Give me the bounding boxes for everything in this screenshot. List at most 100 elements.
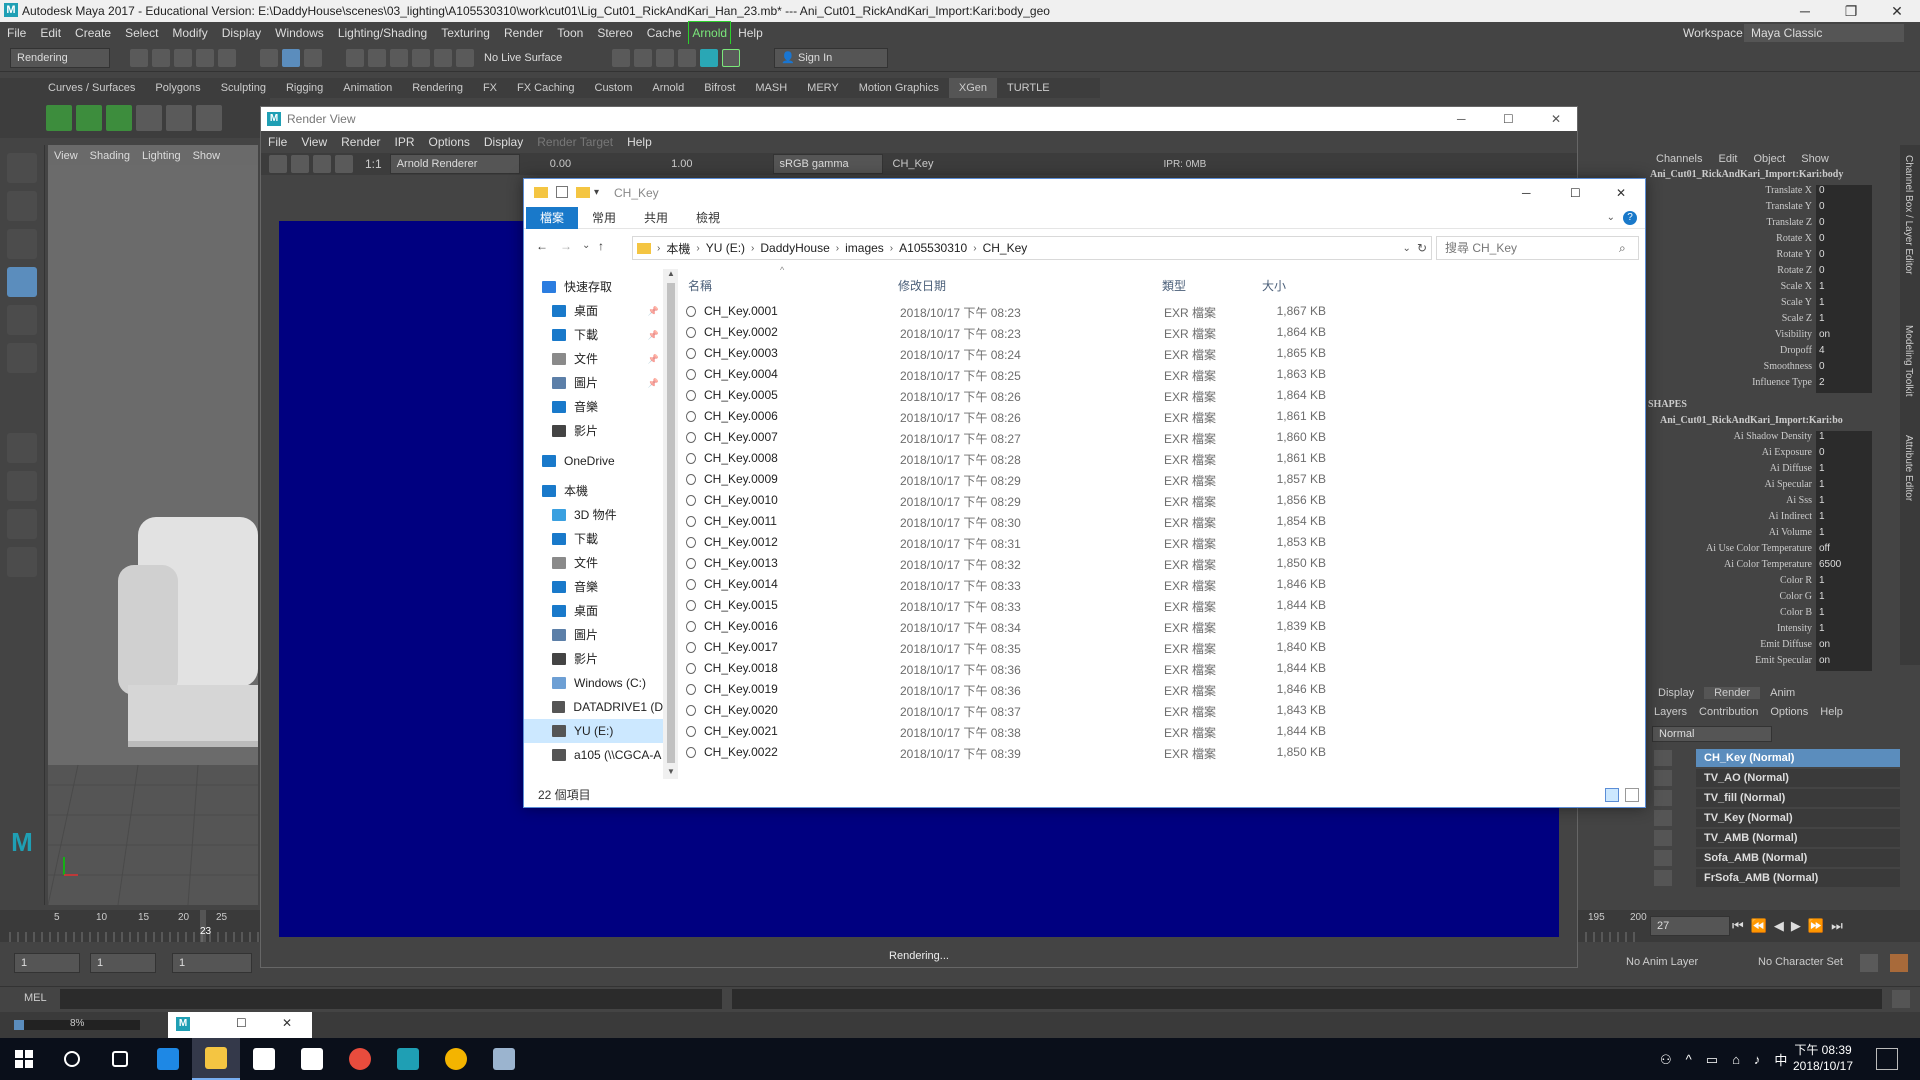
menu-select[interactable]: Select bbox=[118, 22, 165, 44]
viewport-menu-shading[interactable]: Shading bbox=[84, 150, 136, 162]
refresh-icon[interactable]: ↻ bbox=[1417, 241, 1427, 255]
channel-row[interactable]: Scale Z 1 bbox=[1648, 313, 1900, 329]
close-icon[interactable]: ✕ bbox=[1616, 179, 1626, 207]
channel-row[interactable]: Ai Color Temperature 6500 bbox=[1648, 559, 1900, 575]
channel-value[interactable]: 1 bbox=[1816, 479, 1872, 495]
go-to-start-icon[interactable]: ⏮ bbox=[1732, 918, 1751, 934]
shelf-tab-fx[interactable]: FX bbox=[473, 78, 507, 98]
rv-menu-view[interactable]: View bbox=[294, 131, 334, 153]
channel-value[interactable]: 4 bbox=[1816, 345, 1872, 361]
move-tool-icon[interactable] bbox=[7, 267, 37, 297]
channel-row[interactable]: Rotate Z 0 bbox=[1648, 265, 1900, 281]
channel-value[interactable]: 1 bbox=[1816, 591, 1872, 607]
rv-menu-ipr[interactable]: IPR bbox=[388, 131, 422, 153]
go-to-end-icon[interactable]: ⏭ bbox=[1831, 918, 1850, 934]
gamma-field[interactable]: 1.00 bbox=[671, 158, 692, 170]
channel-menu-edit[interactable]: Edit bbox=[1710, 153, 1745, 165]
channel-value[interactable]: 0 bbox=[1816, 233, 1872, 249]
taskbar-app[interactable] bbox=[480, 1038, 528, 1080]
ribbon-tab-view[interactable]: 檢視 bbox=[682, 207, 734, 229]
search-icon[interactable]: ⌕ bbox=[1619, 237, 1626, 259]
viewport[interactable] bbox=[48, 145, 258, 905]
layer-tab-display[interactable]: Display bbox=[1648, 687, 1704, 699]
ratio-label[interactable]: 1:1 bbox=[365, 157, 382, 171]
menu-toon[interactable]: Toon bbox=[550, 22, 590, 44]
new-folder-icon[interactable] bbox=[576, 187, 590, 198]
side-tab-modeling-toolkit[interactable]: Modeling Toolkit bbox=[1903, 325, 1914, 415]
playback-start-field[interactable]: 1 bbox=[90, 953, 156, 973]
file-row[interactable]: CH_Key.0009 2018/10/17 下午 08:29 EXR 檔案 1,85… bbox=[684, 469, 1634, 490]
channel-value[interactable]: 1 bbox=[1816, 313, 1872, 329]
nav-item[interactable]: 影片 bbox=[524, 647, 663, 671]
renderable-toggle-icon[interactable] bbox=[1654, 830, 1672, 846]
channel-row[interactable]: Ai Exposure 0 bbox=[1648, 447, 1900, 463]
details-view-icon[interactable] bbox=[1605, 788, 1619, 802]
menu-create[interactable]: Create bbox=[68, 22, 118, 44]
shelf-tab-bifrost[interactable]: Bifrost bbox=[694, 78, 745, 98]
channel-row[interactable]: Scale Y 1 bbox=[1648, 297, 1900, 313]
renderable-toggle-icon[interactable] bbox=[1654, 850, 1672, 866]
snap-grid-icon[interactable] bbox=[346, 48, 364, 67]
minimize-icon[interactable]: ─ bbox=[1522, 179, 1531, 207]
mel-label[interactable]: MEL bbox=[24, 992, 47, 1004]
snap-point-icon[interactable] bbox=[390, 48, 408, 67]
minimize-icon[interactable]: ─ bbox=[1782, 0, 1828, 22]
channel-row[interactable]: Ai Sss 1 bbox=[1648, 495, 1900, 511]
column-name[interactable]: 名稱 bbox=[688, 277, 712, 294]
clock[interactable]: 下午 08:39 2018/10/17 bbox=[1788, 1042, 1858, 1074]
start-frame-field[interactable]: 1 bbox=[14, 953, 80, 973]
rv-menu-display[interactable]: Display bbox=[477, 131, 530, 153]
render-view-icon[interactable] bbox=[722, 48, 741, 67]
taskbar-app[interactable] bbox=[144, 1038, 192, 1080]
shelf-tab-custom[interactable]: Custom bbox=[585, 78, 643, 98]
channel-value[interactable]: 0 bbox=[1816, 201, 1872, 217]
renderer-dropdown[interactable]: Arnold Renderer bbox=[389, 154, 520, 174]
help-icon[interactable]: ? bbox=[1623, 210, 1637, 225]
channel-row[interactable]: Ai Shadow Density 1 bbox=[1648, 431, 1900, 447]
channel-row[interactable]: Emit Specular on bbox=[1648, 655, 1900, 671]
viewport-menu-lighting[interactable]: Lighting bbox=[136, 150, 187, 162]
properties-icon[interactable] bbox=[556, 186, 568, 198]
taskbar-app[interactable] bbox=[384, 1038, 432, 1080]
search-input[interactable]: 搜尋 CH_Key ⌕ bbox=[1436, 236, 1639, 260]
close-icon[interactable]: ✕ bbox=[282, 1016, 292, 1030]
channel-value[interactable]: 1 bbox=[1816, 297, 1872, 313]
nav-item[interactable]: 下載 📌 bbox=[524, 323, 663, 347]
scale-tool-icon[interactable] bbox=[7, 343, 37, 373]
rv-menu-options[interactable]: Options bbox=[422, 131, 477, 153]
nav-item[interactable]: OneDrive bbox=[524, 449, 663, 473]
render-view-taskbar-thumb[interactable]: M ☐ ✕ bbox=[168, 1012, 312, 1038]
expand-ribbon-icon[interactable]: ⌄ bbox=[1607, 212, 1615, 223]
taskbar-app[interactable] bbox=[240, 1038, 288, 1080]
channel-value[interactable]: off bbox=[1816, 543, 1872, 559]
menu-texturing[interactable]: Texturing bbox=[434, 22, 497, 44]
layer-menu-contribution[interactable]: Contribution bbox=[1693, 706, 1764, 718]
file-row[interactable]: CH_Key.0017 2018/10/17 下午 08:35 EXR 檔案 1,84… bbox=[684, 637, 1634, 658]
file-row[interactable]: CH_Key.0006 2018/10/17 下午 08:26 EXR 檔案 1,86… bbox=[684, 406, 1634, 427]
recent-locations-icon[interactable]: ⌄ bbox=[582, 240, 590, 251]
file-row[interactable]: CH_Key.0013 2018/10/17 下午 08:32 EXR 檔案 1,85… bbox=[684, 553, 1634, 574]
ribbon-tab-home[interactable]: 常用 bbox=[578, 207, 630, 229]
auto-key-icon[interactable] bbox=[1860, 954, 1878, 972]
column-modified[interactable]: 修改日期 bbox=[898, 277, 946, 294]
file-row[interactable]: CH_Key.0020 2018/10/17 下午 08:37 EXR 檔案 1,84… bbox=[684, 700, 1634, 721]
file-row[interactable]: CH_Key.0012 2018/10/17 下午 08:31 EXR 檔案 1,85… bbox=[684, 532, 1634, 553]
file-row[interactable]: CH_Key.0022 2018/10/17 下午 08:39 EXR 檔案 1,85… bbox=[684, 742, 1634, 763]
script-editor-icon[interactable] bbox=[1892, 990, 1910, 1008]
channel-object-name[interactable]: Ani_Cut01_RickAndKari_Import:Kari:body bbox=[1648, 169, 1900, 185]
channel-row[interactable]: Rotate X 0 bbox=[1648, 233, 1900, 249]
breadcrumb-this-pc[interactable]: 本機 bbox=[660, 240, 696, 257]
menu-file[interactable]: File bbox=[0, 22, 33, 44]
side-tab-channel-box[interactable]: Channel Box / Layer Editor bbox=[1903, 155, 1914, 305]
volume-icon[interactable]: ♪ bbox=[1754, 1052, 1761, 1067]
start-button[interactable] bbox=[0, 1038, 48, 1080]
shelf-tab-sculpting[interactable]: Sculpting bbox=[211, 78, 276, 98]
renderable-toggle-icon[interactable] bbox=[1654, 770, 1672, 786]
blend-mode-dropdown[interactable]: Normal bbox=[1652, 726, 1772, 742]
file-row[interactable]: CH_Key.0016 2018/10/17 下午 08:34 EXR 檔案 1,83… bbox=[684, 616, 1634, 637]
shelf-tab-mery[interactable]: MERY bbox=[797, 78, 849, 98]
nav-item[interactable]: Windows (C:) bbox=[524, 671, 663, 695]
file-row[interactable]: CH_Key.0021 2018/10/17 下午 08:38 EXR 檔案 1,84… bbox=[684, 721, 1634, 742]
file-row[interactable]: CH_Key.0015 2018/10/17 下午 08:33 EXR 檔案 1,84… bbox=[684, 595, 1634, 616]
channel-row[interactable]: Translate X 0 bbox=[1648, 185, 1900, 201]
